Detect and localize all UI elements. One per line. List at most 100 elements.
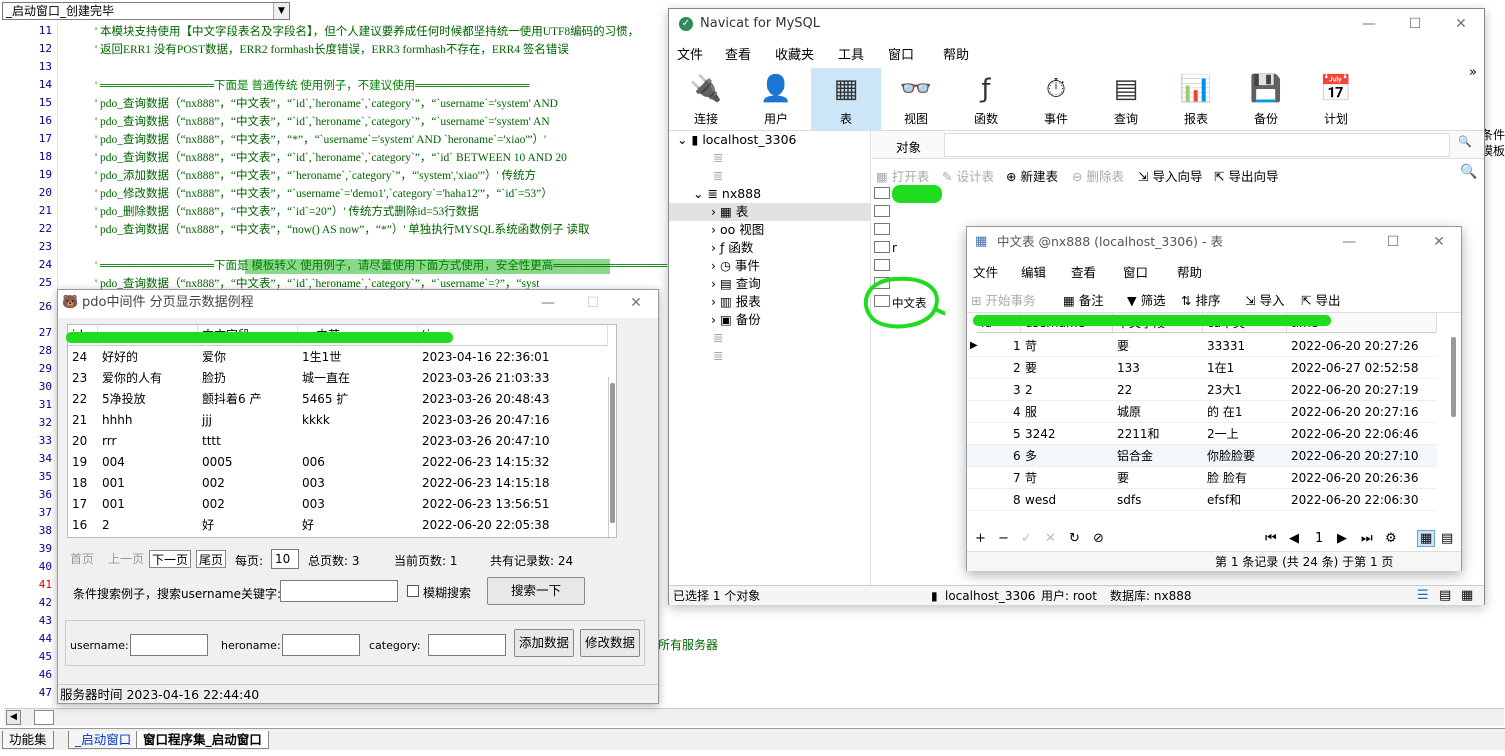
toolbar-3[interactable]: 👓 视图 (881, 68, 951, 130)
edit-data-button[interactable]: 修改数据 (580, 629, 640, 657)
prev-record-icon[interactable]: ◀ (1289, 531, 1299, 546)
table-row[interactable]: 5 3242 2211和 2一上 2022-06-20 22:06:46 (967, 423, 1437, 445)
table-row[interactable]: 3 2 22 23大1 2022-06-20 20:27:19 (967, 379, 1437, 401)
add-record-icon[interactable]: + (975, 531, 986, 546)
next-page-button[interactable]: 下一页 (149, 550, 192, 568)
heroname-input[interactable] (282, 634, 360, 656)
username-input[interactable] (130, 634, 208, 656)
tab-window-program-set[interactable]: 窗口程序集_启动窗口 (136, 731, 269, 749)
search-button[interactable]: 搜索一下 (487, 577, 585, 605)
tree-item-0[interactable]: › ▦ 表 (669, 203, 871, 221)
objects-tab[interactable]: 对象 (896, 137, 921, 156)
tree-item-5[interactable]: › ▥ 报表 (669, 293, 871, 311)
sub-tool-4[interactable]: ⇲ 导入 (1245, 290, 1284, 309)
discard-icon[interactable]: ✕ (1045, 531, 1056, 546)
scroll-thumb[interactable] (34, 710, 54, 725)
menu-3[interactable]: 工具 (838, 44, 864, 63)
menu-2[interactable]: 查看 (1071, 262, 1096, 281)
toolbar-1[interactable]: 👤 用户 (741, 68, 811, 130)
menu-5[interactable]: 帮助 (943, 44, 969, 63)
stop-icon[interactable]: ⊘ (1093, 531, 1104, 546)
menu-1[interactable]: 编辑 (1021, 262, 1046, 281)
menu-0[interactable]: 文件 (973, 262, 998, 281)
obj-tool-3[interactable]: ⊖ 删除表 (1072, 166, 1124, 185)
table-row[interactable]: 4 服 城原 的 在1 2022-06-20 20:27:16 (967, 401, 1437, 423)
tab-function-set[interactable]: 功能集 (2, 731, 54, 749)
menu-4[interactable]: 窗口 (888, 44, 914, 63)
close-icon[interactable]: ✕ (1441, 11, 1481, 37)
table-row[interactable]: 8 wesd sdfs efsf和 2022-06-20 22:06:30 (967, 489, 1437, 511)
close-icon[interactable]: ✕ (1419, 229, 1459, 255)
first-page-button[interactable]: 首页 (68, 550, 96, 568)
toolbar-6[interactable]: ▤ 查询 (1091, 68, 1161, 130)
menu-4[interactable]: 帮助 (1177, 262, 1202, 281)
scroll-thumb[interactable] (610, 383, 615, 523)
table-row[interactable]: 6 多 铝合金 你脸脸要 2022-06-20 20:27:10 (967, 445, 1437, 467)
toolbar-0[interactable]: 🔌 连接 (671, 68, 741, 130)
sub-tool-1[interactable]: ▦ 备注 (1063, 290, 1104, 309)
table-row[interactable]: 17 001 002 003 2022-06-23 13:56:51 (68, 494, 608, 515)
table-row[interactable]: ▶ 1 苛 要 33331 2022-06-20 20:27:26 (967, 335, 1437, 357)
menu-2[interactable]: 收藏夹 (775, 44, 814, 63)
menu-1[interactable]: 查看 (725, 44, 751, 63)
toolbar-2[interactable]: ▦ 表 (811, 68, 881, 130)
next-record-icon[interactable]: ▶ (1337, 531, 1347, 546)
toolbar-5[interactable]: ⏱ 事件 (1021, 68, 1091, 130)
search-input[interactable] (280, 580, 398, 602)
per-page-input[interactable]: 10 (271, 549, 299, 569)
scroll-left-icon[interactable]: ◀ (6, 710, 21, 725)
minimize-icon[interactable]: — (528, 290, 568, 316)
grid-view-icon[interactable]: ▦ (1461, 586, 1473, 606)
data-grid[interactable]: idusername中文字段ca中英time 24好好的爱你1生1世2023-0… (67, 324, 617, 538)
scroll-thumb[interactable] (1451, 337, 1456, 417)
sub-tool-3[interactable]: ⇅ 排序 (1181, 290, 1220, 309)
obj-tool-5[interactable]: ⇱ 导出向导 (1214, 166, 1278, 185)
fuzzy-checkbox[interactable] (407, 585, 419, 597)
tree-connection[interactable]: ⌄ ▮ localhost_3306 (669, 131, 871, 149)
list-view-icon[interactable]: ☰ (1417, 586, 1429, 606)
toolbar-4[interactable]: ƒ 函数 (951, 68, 1021, 130)
menu-3[interactable]: 窗口 (1123, 262, 1148, 281)
settings-icon[interactable]: ⚙ (1385, 531, 1397, 546)
search-icon[interactable]: 🔍 (1460, 164, 1477, 180)
sub-tool-2[interactable]: ▼ 筛选 (1127, 290, 1166, 309)
grid-view-icon[interactable]: ▦ (1417, 530, 1436, 547)
add-tab-icon[interactable]: 🔍 (1458, 135, 1472, 148)
toolbar-8[interactable]: 💾 备份 (1231, 68, 1301, 130)
menu-0[interactable]: 文件 (677, 44, 703, 63)
tree-item-2[interactable]: › ƒ 函数 (669, 239, 871, 257)
maximize-icon[interactable]: ☐ (573, 290, 613, 316)
first-record-icon[interactable]: ⏮ (1265, 531, 1277, 546)
tree-item-6[interactable]: › ▣ 备份 (669, 311, 871, 329)
chevron-down-icon[interactable]: ▼ (273, 3, 289, 19)
tab-start-window[interactable]: _启动窗口 (68, 731, 139, 749)
horizontal-scrollbar[interactable]: ◀ (4, 708, 1504, 726)
table-row[interactable]: 24 好好的 爱你 1生1世 2023-04-16 22:36:01 (68, 347, 608, 368)
tree-db[interactable]: ⌄ ≣ nx888 (669, 185, 871, 203)
obj-tool-2[interactable]: ⊕ 新建表 (1006, 166, 1058, 185)
table-item[interactable]: r (892, 241, 897, 255)
table-row[interactable]: 19 004 0005 006 2022-06-23 14:15:32 (68, 452, 608, 473)
data-grid[interactable]: idusername中文字段ca中英time ▶1苛要333312022-06-… (967, 313, 1461, 513)
tree-item-3[interactable]: › ◷ 事件 (669, 257, 871, 275)
form-view-icon[interactable]: ▤ (1441, 531, 1453, 546)
table-row[interactable]: 18 001 002 003 2022-06-23 14:15:18 (68, 473, 608, 494)
last-page-button[interactable]: 尾页 (196, 550, 227, 568)
objects-search[interactable] (944, 133, 1450, 157)
prev-page-button[interactable]: 上一页 (106, 550, 146, 568)
obj-tool-0[interactable]: ▦ 打开表 (876, 166, 929, 185)
last-record-icon[interactable]: ⏭ (1361, 531, 1373, 546)
detail-view-icon[interactable]: ▤ (1439, 586, 1451, 606)
toolbar-7[interactable]: 📊 报表 (1161, 68, 1231, 130)
table-row[interactable]: 23 爱你的人有 脸扔 城一直在 2023-03-26 21:03:33 (68, 368, 608, 389)
sub-tool-0[interactable]: ⊞ 开始事务 (971, 290, 1035, 309)
apply-icon[interactable]: ✓ (1021, 531, 1032, 546)
toolbar-9[interactable]: 📅 计划 (1301, 68, 1371, 130)
obj-tool-1[interactable]: ✎ 设计表 (942, 166, 994, 185)
close-icon[interactable]: ✕ (616, 290, 656, 316)
category-input[interactable] (428, 634, 506, 656)
table-row[interactable]: 20 rrr tttt 2023-03-26 20:47:10 (68, 431, 608, 452)
refresh-icon[interactable]: ↻ (1069, 531, 1080, 546)
vertical-scrollbar[interactable] (608, 377, 616, 537)
tree-item-1[interactable]: › oo 视图 (669, 221, 871, 239)
